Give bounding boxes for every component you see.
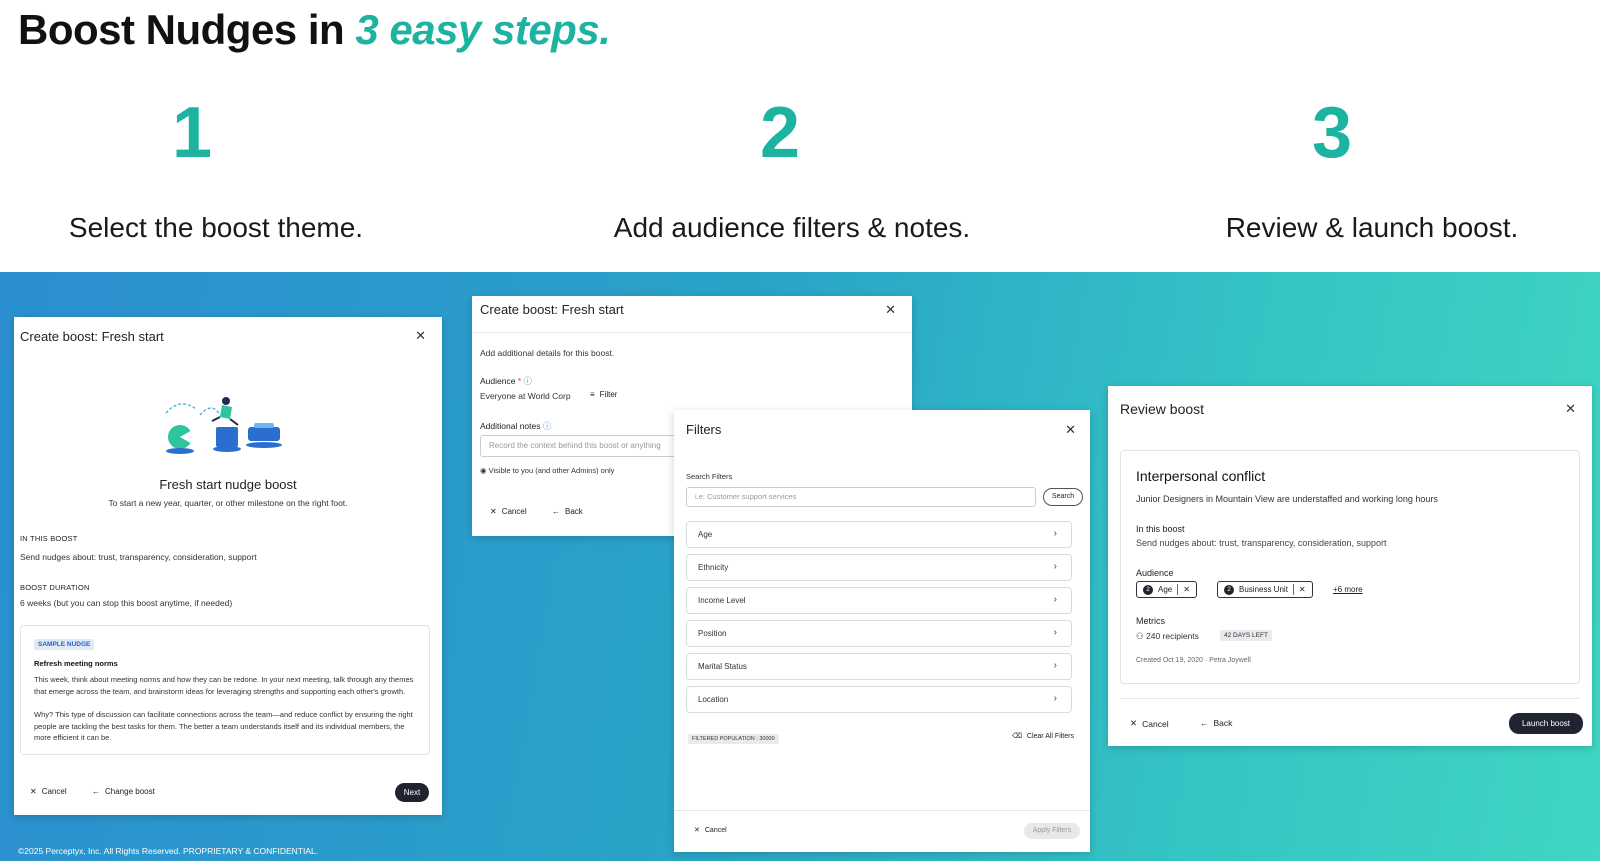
step-2-number: 2	[759, 93, 801, 173]
in-this-boost-label: IN THIS BOOST	[20, 534, 78, 543]
cancel-button[interactable]: ✕ Cancel	[30, 787, 67, 796]
close-icon: ✕	[1130, 718, 1138, 728]
search-input[interactable]: i.e: Customer support services	[686, 487, 1036, 507]
close-icon[interactable]: ✕	[1183, 585, 1190, 594]
divider	[1120, 698, 1580, 699]
change-boost-button[interactable]: ← Change boost	[92, 787, 155, 796]
filter-icon: ≡	[590, 390, 595, 399]
title-accent: 3 easy steps.	[355, 6, 611, 53]
metrics-label: Metrics	[1136, 616, 1165, 626]
filter-row-ethnicity[interactable]: Ethnicity ›	[686, 554, 1072, 581]
sample-nudge-badge: SAMPLE NUDGE	[34, 639, 95, 650]
audience-chip-business-unit[interactable]: 2 Business Unit ✕	[1217, 581, 1313, 598]
filtered-population-badge: FILTERED POPULATION : 30000	[688, 734, 779, 744]
cancel-button[interactable]: ✕ Cancel	[490, 507, 527, 516]
close-icon: ✕	[490, 507, 497, 516]
step-1-number: 1	[171, 93, 213, 173]
close-icon[interactable]: ✕	[1299, 585, 1306, 594]
boost-subheading: To start a new year, quarter, or other m…	[108, 498, 348, 508]
step-2-label: Add audience filters & notes.	[613, 212, 971, 243]
back-button[interactable]: ← Back	[552, 507, 583, 516]
page-title: Boost Nudges in 3 easy steps.	[18, 6, 611, 54]
in-this-boost-text: Send nudges about: trust, transparency, …	[1136, 538, 1387, 548]
close-icon[interactable]: ✕	[885, 302, 896, 318]
chevron-right-icon: ›	[1053, 693, 1057, 704]
boost-name: Interpersonal conflict	[1136, 468, 1266, 484]
filter-row-position[interactable]: Position ›	[686, 620, 1072, 647]
boost-heading: Fresh start nudge boost	[159, 477, 297, 492]
more-audience-link[interactable]: +6 more	[1333, 585, 1363, 594]
footer-copyright: ©2025 Perceptyx, Inc. All Rights Reserve…	[18, 846, 319, 856]
divider	[674, 810, 1090, 811]
search-button[interactable]: Search	[1043, 488, 1083, 506]
duration-label: BOOST DURATION	[20, 583, 90, 592]
next-button[interactable]: Next	[395, 783, 429, 802]
recipients-count: ⚇ 240 recipients	[1136, 631, 1199, 641]
filter-row-marital-status[interactable]: Marital Status ›	[686, 653, 1072, 680]
boost-illustration-icon	[165, 397, 282, 454]
audience-chip-age[interactable]: 2 Age ✕	[1136, 581, 1197, 598]
launch-boost-button[interactable]: Launch boost	[1509, 713, 1583, 734]
days-left-badge: 42 DAYS LEFT	[1220, 630, 1272, 641]
step-1-label: Select the boost theme.	[68, 212, 364, 243]
divider	[472, 332, 912, 333]
fresh-start-dialog: Create boost: Fresh start ✕ Fresh start …	[14, 317, 442, 815]
step-3-number: 3	[1311, 93, 1353, 173]
audience-label: Audience * ⓘ	[480, 376, 533, 386]
boost-description: Junior Designers in Mountain View are un…	[1136, 494, 1438, 504]
arrow-left-icon: ←	[92, 787, 100, 796]
created-info: Created Oct 19, 2020 · Petra Joywell	[1136, 657, 1251, 664]
notes-input[interactable]: Record the context behind this boost or …	[480, 435, 676, 457]
info-icon: ⓘ	[523, 376, 533, 386]
visibility-note: ◉ Visible to you (and other Admins) only	[480, 466, 615, 475]
duration-text: 6 weeks (but you can stop this boost any…	[20, 598, 233, 608]
dialog-title: Create boost: Fresh start	[20, 329, 164, 344]
close-icon[interactable]: ✕	[415, 328, 426, 344]
sample-nudge-paragraph-1: This week, think about meeting norms and…	[34, 675, 414, 696]
title-main: Boost Nudges in	[18, 6, 356, 53]
people-icon: ⚇	[1136, 631, 1144, 641]
sample-nudge-paragraph-2: Why? This type of discussion can facilit…	[34, 710, 413, 742]
broom-icon: ⌫	[1012, 733, 1022, 740]
close-icon[interactable]: ✕	[1065, 422, 1076, 438]
dialog-title: Review boost	[1120, 401, 1205, 417]
dialog-title: Create boost: Fresh start	[480, 302, 624, 317]
chevron-right-icon: ›	[1053, 528, 1057, 539]
step-3-label: Review & launch boost.	[1225, 212, 1519, 243]
arrow-left-icon: ←	[552, 507, 560, 516]
filter-button[interactable]: ≡ Filter	[590, 390, 617, 399]
chevron-right-icon: ›	[1053, 561, 1057, 572]
close-icon: ✕	[694, 827, 700, 834]
notes-label: Additional notes ⓘ	[480, 421, 552, 431]
info-icon: ⓘ	[542, 421, 552, 431]
sample-nudge-card: SAMPLE NUDGE Refresh meeting norms This …	[20, 625, 430, 755]
close-icon: ✕	[30, 787, 37, 796]
sample-nudge-title: Refresh meeting norms	[34, 659, 118, 668]
search-filters-label: Search Filters	[686, 472, 733, 481]
eye-icon: ◉	[480, 466, 487, 475]
in-this-boost-text: Send nudges about: trust, transparency, …	[20, 552, 257, 562]
close-icon[interactable]: ✕	[1565, 401, 1576, 417]
chevron-right-icon: ›	[1053, 627, 1057, 638]
audience-label: Audience	[1136, 568, 1174, 578]
intro-text: Add additional details for this boost.	[480, 348, 615, 358]
boost-summary-card: Interpersonal conflict Junior Designers …	[1120, 450, 1580, 684]
in-this-boost-label: In this boost	[1136, 524, 1185, 534]
cancel-button[interactable]: ✕ Cancel	[1130, 718, 1169, 729]
audience-value: Everyone at World Corp	[480, 391, 571, 401]
chevron-right-icon: ›	[1053, 660, 1057, 671]
filters-title: Filters	[686, 422, 722, 437]
arrow-left-icon: ←	[1200, 718, 1209, 728]
chevron-right-icon: ›	[1053, 594, 1057, 605]
filter-row-income-level[interactable]: Income Level ›	[686, 587, 1072, 614]
filters-panel: Filters ✕ Search Filters i.e: Customer s…	[674, 410, 1090, 852]
filter-row-age[interactable]: Age ›	[686, 521, 1072, 548]
filter-row-location[interactable]: Location ›	[686, 686, 1072, 713]
clear-all-filters-button[interactable]: ⌫ Clear All Filters	[1012, 732, 1074, 741]
cancel-button[interactable]: ✕ Cancel	[694, 826, 727, 835]
apply-filters-button[interactable]: Apply Filters	[1024, 823, 1080, 839]
review-boost-dialog: Review boost ✕ Interpersonal conflict Ju…	[1108, 386, 1592, 746]
back-button[interactable]: ← Back	[1200, 718, 1232, 728]
